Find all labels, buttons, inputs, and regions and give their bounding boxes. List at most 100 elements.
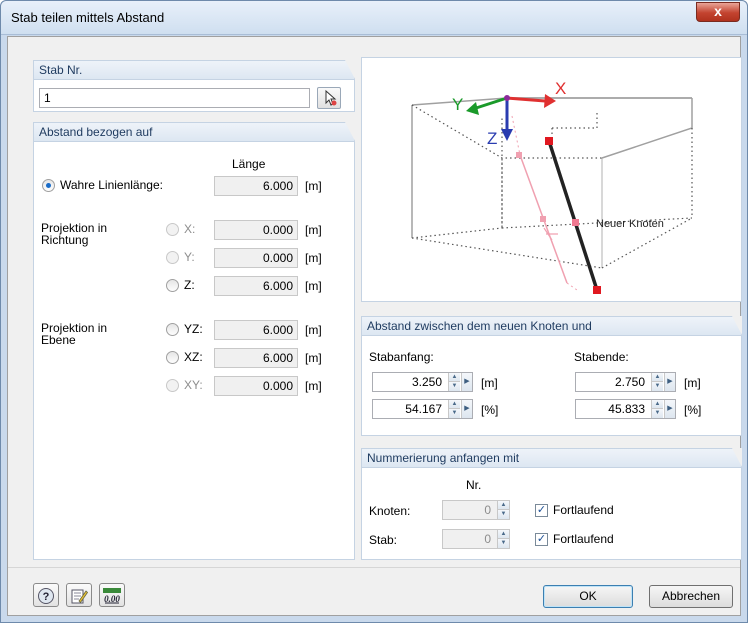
ebene-yz-unit: [m] xyxy=(305,323,322,337)
ebene-xz-unit: [m] xyxy=(305,351,322,365)
stab-fortlaufend-checkbox[interactable]: ✓ xyxy=(535,533,548,546)
stabanfang-pct-input[interactable]: 54.167 ▲ ▼ ▶ xyxy=(372,399,473,419)
richtung-z-radio[interactable] xyxy=(166,279,179,292)
stab-nr-header: Stab Nr. xyxy=(34,60,355,80)
stabanfang-label: Stabanfang: xyxy=(369,350,434,364)
ebene-xz-radio[interactable] xyxy=(166,351,179,364)
stab-nr-start-value: 0 xyxy=(484,532,491,546)
z-axis-head xyxy=(501,129,513,141)
help-icon: ? xyxy=(38,587,54,604)
stabende-label: Stabende: xyxy=(574,350,629,364)
abstand-group: Abstand bezogen auf Länge Wahre Linienlä… xyxy=(33,122,355,560)
zwischen-header: Abstand zwischen dem neuen Knoten und xyxy=(362,316,742,336)
stabende-m-input[interactable]: 2.750 ▲ ▼ ▶ xyxy=(575,372,676,392)
projection-dim-arrow xyxy=(543,227,558,241)
stabende-pct-spinner[interactable]: ▲ ▼ xyxy=(651,400,663,418)
knoten-nr-input[interactable]: 0 ▲ ▼ xyxy=(442,500,510,520)
stab-nr-group: Stab Nr. 1 xyxy=(33,60,355,112)
stabanfang-pct-value: 54.167 xyxy=(405,402,442,416)
stabanfang-pct-arrow[interactable]: ▶ xyxy=(461,400,472,418)
spin-up-icon: ▲ xyxy=(498,501,509,510)
nummer-header: Nummerierung anfangen mit xyxy=(362,448,742,468)
ebene-yz-radio[interactable] xyxy=(166,323,179,336)
new-node xyxy=(572,219,579,226)
stab-label: Stab: xyxy=(369,533,398,547)
stabanfang-m-spinner[interactable]: ▲ ▼ xyxy=(448,373,460,391)
richtung-y-radio[interactable] xyxy=(166,251,179,264)
proj-ebene-label-2: Ebene xyxy=(41,333,76,347)
new-node-label: Neuer Knoten xyxy=(596,218,664,230)
spin-down-icon: ▼ xyxy=(498,539,509,548)
knoten-label: Knoten: xyxy=(369,504,411,518)
stabanfang-m-value: 3.250 xyxy=(411,375,442,389)
member-start-node xyxy=(545,137,553,145)
stabende-pct-input[interactable]: 45.833 ▲ ▼ ▶ xyxy=(575,399,676,419)
projection-node-mid xyxy=(540,216,546,222)
edit-icon xyxy=(71,589,89,604)
proj-richtung-label-2: Richtung xyxy=(41,233,89,247)
richtung-y-label: Y: xyxy=(184,250,195,264)
dialog-title: Stab teilen mittels Abstand xyxy=(11,10,165,25)
stabanfang-pct-spinner[interactable]: ▲ ▼ xyxy=(448,400,460,418)
richtung-z-unit: [m] xyxy=(305,279,322,293)
units-button[interactable]: 0.00 xyxy=(99,583,125,607)
stab-nr-spinner[interactable]: ▲ ▼ xyxy=(497,530,509,548)
close-icon: x xyxy=(714,3,722,19)
close-button[interactable]: x xyxy=(696,2,740,22)
pick-member-button[interactable] xyxy=(317,87,341,109)
ok-button[interactable]: OK xyxy=(543,585,633,608)
edit-button[interactable] xyxy=(66,583,92,607)
stabanfang-m-arrow[interactable]: ▶ xyxy=(461,373,472,391)
title-bar: Stab teilen mittels Abstand x xyxy=(1,1,747,35)
svg-text:?: ? xyxy=(43,591,50,603)
richtung-x-radio[interactable] xyxy=(166,223,179,236)
stabanfang-pct-unit: [%] xyxy=(481,403,499,417)
box-right-edge xyxy=(601,98,693,159)
spin-down-icon: ▼ xyxy=(449,382,460,391)
ebene-xz-value: 6.000 xyxy=(214,348,298,368)
knoten-nr-value: 0 xyxy=(484,503,491,517)
stab-nr-input[interactable]: 1 xyxy=(39,88,310,108)
laenge-col-header: Länge xyxy=(232,157,266,171)
preview-diagram: Neuer Knoten X Y Z xyxy=(411,79,693,294)
wahre-radio[interactable] xyxy=(42,179,55,192)
footer-separator xyxy=(8,567,740,568)
projection-node-start xyxy=(516,152,522,158)
richtung-x-value: 0.000 xyxy=(214,220,298,240)
spin-down-icon: ▼ xyxy=(652,409,663,418)
y-axis-label: Y xyxy=(452,95,463,114)
knoten-fortlaufend-checkbox[interactable]: ✓ xyxy=(535,504,548,517)
spin-up-icon: ▲ xyxy=(449,400,460,409)
richtung-x-unit: [m] xyxy=(305,223,322,237)
pick-cursor-icon xyxy=(325,89,337,106)
y-axis-head xyxy=(466,102,479,115)
stabende-pct-value: 45.833 xyxy=(608,402,645,416)
ebene-xy-label: XY: xyxy=(184,378,203,392)
x-axis-label: X xyxy=(555,79,566,98)
spin-up-icon: ▲ xyxy=(652,400,663,409)
member-line xyxy=(547,140,599,291)
knoten-nr-spinner[interactable]: ▲ ▼ xyxy=(497,501,509,519)
ebene-xz-label: XZ: xyxy=(184,350,203,364)
richtung-z-label: Z: xyxy=(184,278,195,292)
richtung-z-value: 6.000 xyxy=(214,276,298,296)
stabende-m-spinner[interactable]: ▲ ▼ xyxy=(651,373,663,391)
stabende-m-arrow[interactable]: ▶ xyxy=(664,373,675,391)
wahre-label: Wahre Linienlänge: xyxy=(60,178,163,192)
member-preview-graphic: Neuer Knoten X Y Z xyxy=(361,57,742,302)
ebene-xy-radio[interactable] xyxy=(166,379,179,392)
help-button[interactable]: ? xyxy=(33,583,59,607)
stabanfang-m-input[interactable]: 3.250 ▲ ▼ ▶ xyxy=(372,372,473,392)
spin-down-icon: ▼ xyxy=(498,510,509,519)
stab-nr-start-input[interactable]: 0 ▲ ▼ xyxy=(442,529,510,549)
wahre-value: 6.000 xyxy=(214,176,298,196)
stabende-m-unit: [m] xyxy=(684,376,701,390)
knoten-fortlaufend-label: Fortlaufend xyxy=(553,503,614,517)
stabende-pct-arrow[interactable]: ▶ xyxy=(664,400,675,418)
cancel-button[interactable]: Abbrechen xyxy=(649,585,733,608)
units-icon: 0.00 xyxy=(103,587,121,604)
stabanfang-m-unit: [m] xyxy=(481,376,498,390)
richtung-y-unit: [m] xyxy=(305,251,322,265)
ebene-yz-label: YZ: xyxy=(184,322,203,336)
z-axis-label: Z xyxy=(487,129,497,148)
